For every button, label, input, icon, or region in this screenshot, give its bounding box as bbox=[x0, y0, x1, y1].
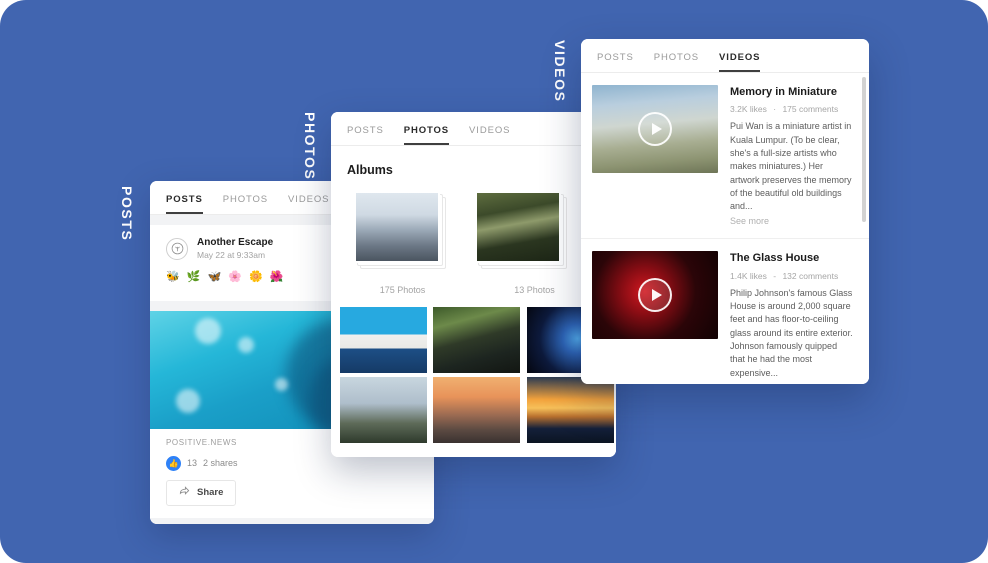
play-icon[interactable] bbox=[638, 112, 672, 146]
video-like-count: 3.2K likes bbox=[730, 104, 767, 115]
album-card[interactable]: 175 Photos bbox=[354, 191, 451, 295]
snow-mountains-album-thumb bbox=[354, 191, 440, 263]
palm-house-photo[interactable] bbox=[340, 307, 427, 373]
tab-videos[interactable]: VIDEOS bbox=[719, 52, 761, 72]
forest-album-thumb bbox=[475, 191, 561, 263]
tab-photos[interactable]: PHOTOS bbox=[223, 194, 268, 214]
photo-grid bbox=[331, 295, 616, 443]
video-description: Pui Wan is a miniature artist in Kuala L… bbox=[730, 121, 852, 212]
woman-sunset-photo[interactable] bbox=[433, 377, 521, 443]
video-meta: Memory in Miniature 3.2K likes · 175 com… bbox=[730, 85, 853, 226]
tab-posts[interactable]: POSTS bbox=[347, 125, 384, 145]
album-photo-count: 13 Photos bbox=[514, 285, 555, 295]
album-photo-count: 175 Photos bbox=[379, 285, 426, 295]
section-label-photos: PHOTOS bbox=[302, 112, 318, 181]
woman-sunglasses-photo[interactable] bbox=[433, 307, 521, 373]
share-button-label: Share bbox=[197, 487, 224, 499]
thumbs-up-icon: 👍 bbox=[166, 455, 181, 471]
albums-header: Albums Se bbox=[331, 146, 616, 177]
video-title[interactable]: Memory in Miniature bbox=[730, 85, 853, 99]
tab-posts[interactable]: POSTS bbox=[166, 194, 203, 214]
share-button[interactable]: Share bbox=[166, 479, 237, 506]
video-list-item[interactable]: The Glass House 1.4K likes - 132 comment… bbox=[581, 239, 869, 384]
tab-photos[interactable]: PHOTOS bbox=[403, 125, 450, 145]
albums-title: Albums bbox=[347, 163, 393, 177]
video-title[interactable]: The Glass House bbox=[730, 251, 853, 265]
post-like-count: 13 bbox=[187, 458, 198, 469]
play-icon[interactable] bbox=[638, 278, 672, 313]
video-meta: The Glass House 1.4K likes - 132 comment… bbox=[730, 251, 853, 384]
screenshot-root: POSTS PHOTOS VIDEOS POSTS PHOTOS VIDEOS … bbox=[0, 0, 988, 563]
album-thumb-stack bbox=[354, 191, 446, 269]
videos-content: Memory in Miniature 3.2K likes · 175 com… bbox=[581, 73, 869, 384]
stat-separator: - bbox=[773, 270, 777, 281]
tab-posts[interactable]: POSTS bbox=[597, 52, 634, 72]
sunset-sky-photo[interactable] bbox=[526, 377, 614, 443]
tab-videos[interactable]: VIDEOS bbox=[469, 125, 510, 145]
share-arrow-icon bbox=[179, 486, 190, 500]
video-stats: 1.4K likes - 132 comments bbox=[730, 266, 853, 287]
brand-avatar-icon bbox=[166, 237, 188, 260]
videos-list: Memory in Miniature 3.2K likes · 175 com… bbox=[581, 73, 869, 384]
palm-trees-photo[interactable] bbox=[340, 377, 427, 443]
see-more-link[interactable]: See more bbox=[730, 380, 853, 384]
videos-panel: POSTS PHOTOS VIDEOS Memory in Miniature … bbox=[581, 39, 869, 384]
post-share-count: 2 shares bbox=[203, 458, 238, 469]
couple-mountain-thumb[interactable] bbox=[592, 85, 718, 173]
video-comment-count: 175 comments bbox=[782, 104, 839, 115]
concert-red-thumb[interactable] bbox=[592, 251, 718, 340]
section-label-posts: POSTS bbox=[119, 186, 135, 242]
videos-scrollbar-thumb[interactable] bbox=[862, 77, 866, 222]
post-author[interactable]: Another Escape bbox=[197, 237, 273, 250]
photos-tabbar: POSTS PHOTOS VIDEOS bbox=[331, 112, 616, 146]
videos-tabbar: POSTS PHOTOS VIDEOS bbox=[581, 39, 869, 73]
video-comment-count: 132 comments bbox=[782, 270, 839, 281]
photos-content: Albums Se 175 Photos bbox=[331, 146, 616, 457]
video-like-count: 1.4K likes bbox=[730, 270, 767, 281]
video-description: Philip Johnson's famous Glass House is a… bbox=[730, 287, 853, 378]
video-stats: 3.2K likes · 175 comments bbox=[730, 99, 853, 120]
photos-panel: POSTS PHOTOS VIDEOS Albums Se 175 Photos bbox=[331, 112, 616, 457]
albums-row: 175 Photos 13 Photos bbox=[331, 177, 616, 295]
post-timestamp: May 22 at 9:33am bbox=[197, 249, 266, 260]
tab-videos[interactable]: VIDEOS bbox=[288, 194, 329, 214]
tab-photos[interactable]: PHOTOS bbox=[654, 52, 699, 72]
see-more-link[interactable]: See more bbox=[730, 213, 853, 226]
album-thumb-stack bbox=[475, 191, 567, 269]
video-list-item[interactable]: Memory in Miniature 3.2K likes · 175 com… bbox=[581, 73, 869, 240]
stat-separator: · bbox=[773, 104, 777, 115]
album-card[interactable]: 13 Photos bbox=[475, 191, 572, 295]
section-label-videos: VIDEOS bbox=[552, 40, 568, 103]
